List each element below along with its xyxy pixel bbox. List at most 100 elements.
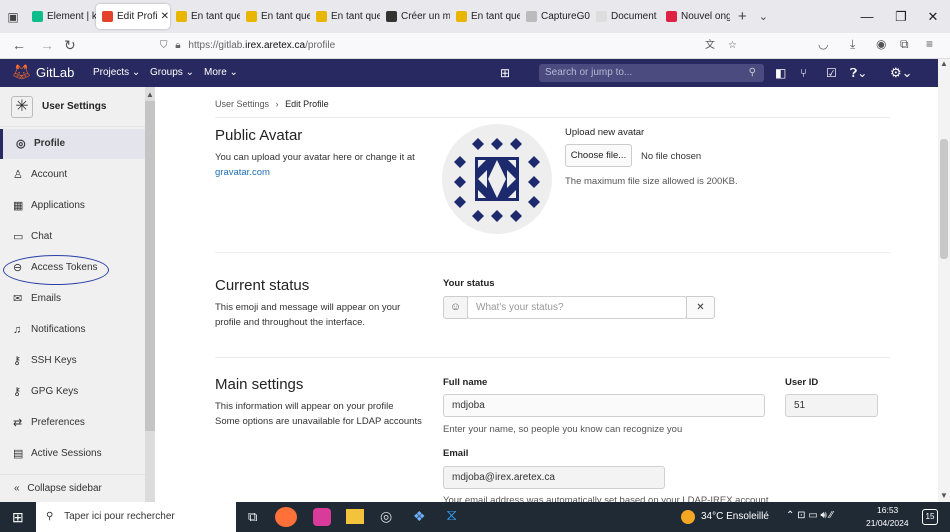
sidebar-item-applications[interactable]: ▦ Applications (0, 191, 145, 221)
browser-tab[interactable]: En tant que (450, 4, 520, 29)
url-path: /profile (305, 40, 336, 51)
maximize-button[interactable]: ❐ (884, 0, 918, 33)
search-input[interactable]: Search or jump to... ⚲ (539, 64, 764, 82)
clock-date[interactable]: 21/04/2024 (866, 518, 909, 528)
help-icon[interactable]: ❓︎⌄ (850, 59, 867, 87)
current-status-desc2: profile and throughout the interface. (215, 317, 365, 328)
sidebar-item-account[interactable]: ♙ Account (0, 160, 145, 190)
tab-label: CaptureG0.JPG (541, 11, 590, 22)
issues-icon[interactable]: ◧ (775, 59, 786, 87)
tab-label: En tant que (331, 11, 380, 22)
windows-start-icon[interactable]: ⊞ (12, 509, 24, 526)
firefox-icon[interactable] (275, 507, 297, 527)
notification-badge[interactable]: 15 (922, 509, 938, 525)
vscode-icon[interactable]: ⧖ (446, 507, 457, 525)
back-button[interactable]: ← (12, 37, 26, 53)
nav-projects[interactable]: Projects ⌄ (93, 59, 140, 87)
tab-label: Edit Profi (117, 11, 158, 22)
taskbar-search-icon: ⚲ (46, 511, 54, 522)
full-name-input[interactable]: mdjoba (443, 394, 765, 417)
merge-requests-icon[interactable]: ⑂ (800, 59, 807, 87)
main-settings-desc2: Some options are unavailable for LDAP ac… (215, 416, 422, 427)
sidebar-item-preferences[interactable]: ⇄ Preferences (0, 408, 145, 438)
pocket-icon[interactable]: ◡ (818, 37, 828, 51)
tab-favicon-icon (176, 11, 187, 22)
sidebar-item-label: Profile (34, 138, 66, 149)
app-icon-pink[interactable] (313, 508, 331, 526)
sidebar-item-notifications[interactable]: ♫ Notifications (0, 315, 145, 345)
collapse-sidebar-button[interactable]: « Collapse sidebar (0, 474, 145, 502)
sidebar-item-gpg-keys[interactable]: ⚷ GPG Keys (0, 377, 145, 407)
sidebar-item-icon: ✉ (13, 293, 23, 305)
browser-tab[interactable]: Nouvel ong (660, 4, 730, 29)
tray-icons[interactable]: ⌃ ⊡ ▭ 🔊︎ ⁄⁄ (786, 510, 833, 521)
nav-more[interactable]: More ⌄ (204, 59, 238, 87)
sidebar-item-active-sessions[interactable]: ▤ Active Sessions (0, 439, 145, 469)
user-avatar-icon[interactable]: ⚙︎⌄ (890, 59, 913, 87)
sidebar-item-profile[interactable]: ◎ Profile (0, 129, 145, 159)
tab-label: Document (611, 11, 657, 22)
tab-favicon-icon (386, 11, 397, 22)
avatar-identicon (442, 124, 552, 234)
browser-tab[interactable]: En tant que (240, 4, 310, 29)
choose-file-button[interactable]: Choose file... (565, 144, 632, 167)
browser-tab[interactable]: Element | k (26, 4, 96, 29)
gitlab-logo-icon[interactable]: 🦊︎ (12, 59, 31, 87)
downloads-icon[interactable]: ⤓ (850, 37, 855, 52)
gitlab-brand[interactable]: GitLab (36, 59, 74, 87)
tab-favicon-icon (596, 11, 607, 22)
weather-text[interactable]: 34°C Ensoleillé (701, 511, 769, 522)
task-view-icon[interactable]: ⧉ (248, 509, 257, 525)
sidebar-item-emails[interactable]: ✉ Emails (0, 284, 145, 314)
browser-tab[interactable]: En tant que (310, 4, 380, 29)
close-window-button[interactable]: ✕ (916, 0, 950, 33)
bookmark-star-icon[interactable]: ☆ (728, 36, 737, 56)
sidebar-item-label: GPG Keys (31, 386, 79, 397)
status-message-input[interactable]: What's your status? (467, 296, 687, 319)
gravatar-link[interactable]: gravatar.com (215, 165, 270, 180)
nav-groups[interactable]: Groups ⌄ (150, 59, 194, 87)
extensions-icon[interactable]: ⧉ (900, 37, 909, 52)
chrome-icon[interactable]: ◎ (380, 508, 392, 525)
file-explorer-icon[interactable] (346, 509, 364, 524)
sidebar-scrollbar[interactable]: ▲ (145, 87, 155, 502)
reload-button[interactable]: ↻ (64, 37, 76, 54)
browser-tab[interactable]: CaptureG0.JPG (520, 4, 590, 29)
new-tab-button[interactable]: + (738, 8, 747, 25)
divider (215, 117, 890, 118)
upload-avatar-title: Upload new avatar (565, 127, 645, 138)
app-icon-blue[interactable]: ❖ (413, 508, 426, 525)
sidebar-item-ssh-keys[interactable]: ⚷ SSH Keys (0, 346, 145, 376)
tab-overview-icon[interactable]: ▣ (0, 10, 26, 24)
new-item-icon[interactable]: ⊞ (500, 59, 510, 87)
user-settings-avatar-icon: ✳ (11, 96, 33, 118)
page-scrollbar[interactable]: ▲ ▼ (938, 59, 950, 502)
browser-tab[interactable]: Edit Profi ✕ (96, 4, 170, 29)
minimize-button[interactable]: — (850, 0, 884, 33)
tab-favicon-icon (316, 11, 327, 22)
close-tab-icon[interactable]: ✕ (161, 11, 169, 22)
breadcrumb-current: Edit Profile (285, 99, 329, 109)
tab-list-button[interactable]: ⌄ (759, 10, 768, 23)
taskbar-search-input[interactable]: ⚲ Taper ici pour rechercher (36, 502, 236, 532)
forward-button[interactable]: → (40, 37, 54, 53)
sidebar-item-chat[interactable]: ▭ Chat (0, 222, 145, 252)
clock-time[interactable]: 16:53 (877, 505, 898, 515)
status-emoji-button[interactable]: ☺ (443, 296, 468, 319)
todos-icon[interactable]: ☑ (826, 59, 837, 87)
account-icon[interactable]: ◉ (876, 37, 886, 51)
clear-status-button[interactable]: ✕ (686, 296, 715, 319)
sidebar-item-icon: ▤ (13, 448, 24, 460)
sidebar-item-label: Notifications (31, 324, 86, 335)
tab-label: Nouvel ong (681, 11, 730, 22)
browser-tab[interactable]: Document (590, 4, 660, 29)
sidebar-title: User Settings (42, 101, 107, 112)
address-bar[interactable]: ⛉ 🔒︎ https://gitlab.irex.aretex.ca/profi… (160, 36, 750, 56)
url-domain: irex.aretex.ca (245, 40, 306, 51)
browser-tab[interactable]: Créer un m (380, 4, 450, 29)
breadcrumb-parent[interactable]: User Settings (215, 99, 269, 109)
browser-tab[interactable]: En tant que (170, 4, 240, 29)
sidebar-item-label: Preferences (31, 417, 85, 428)
menu-icon[interactable]: ≡ (926, 37, 933, 51)
translate-icon[interactable]: 文 (705, 36, 715, 56)
